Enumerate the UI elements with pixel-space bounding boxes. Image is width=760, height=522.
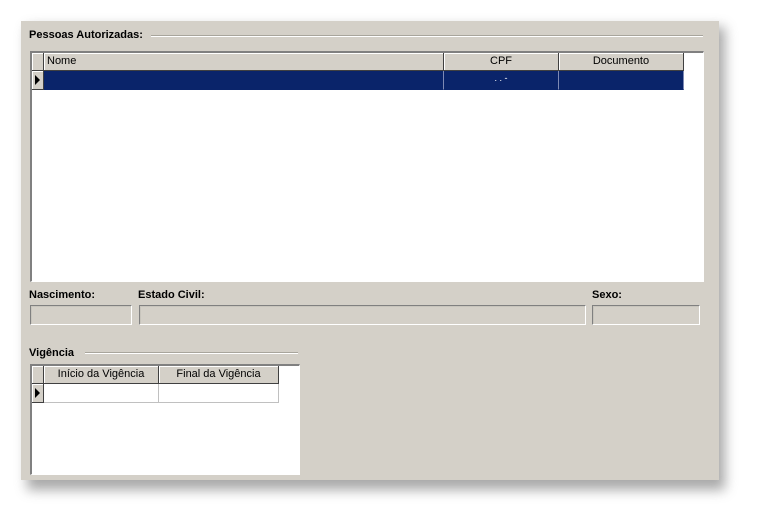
grid-corner-header	[32, 53, 44, 71]
column-header-documento[interactable]: Documento	[559, 53, 684, 71]
column-header-nome[interactable]: Nome	[44, 53, 444, 71]
nascimento-field[interactable]	[30, 305, 132, 325]
authorized-persons-panel: Pessoas Autorizadas: Nome CPF Documento …	[21, 21, 719, 480]
estado-civil-label: Estado Civil:	[138, 289, 205, 301]
sexo-field[interactable]	[592, 305, 700, 325]
vigencia-grid-corner-header	[32, 366, 44, 384]
vigencia-grid[interactable]: Início da Vigência Final da Vigência	[30, 364, 300, 475]
sexo-label: Sexo:	[592, 289, 622, 301]
vigencia-title: Vigência	[29, 347, 75, 359]
estado-civil-field[interactable]	[139, 305, 586, 325]
authorized-persons-title: Pessoas Autorizadas:	[29, 29, 143, 41]
row-indicator[interactable]	[32, 71, 44, 90]
cell-nome[interactable]	[44, 71, 444, 90]
cell-inicio-vigencia[interactable]	[44, 384, 159, 403]
authorized-persons-grid[interactable]: Nome CPF Documento . . -	[30, 51, 704, 282]
column-header-inicio-vigencia[interactable]: Início da Vigência	[44, 366, 159, 384]
cell-final-vigencia[interactable]	[159, 384, 279, 403]
nascimento-label: Nascimento:	[29, 289, 96, 301]
cell-cpf[interactable]: . . -	[444, 71, 559, 90]
column-header-final-vigencia[interactable]: Final da Vigência	[159, 366, 279, 384]
current-row-arrow-icon	[35, 75, 40, 85]
current-row-arrow-icon	[35, 388, 40, 398]
cell-documento[interactable]	[559, 71, 684, 90]
vigencia-row-indicator[interactable]	[32, 384, 44, 403]
column-header-cpf[interactable]: CPF	[444, 53, 559, 71]
vigencia-divider	[85, 352, 298, 354]
authorized-persons-divider	[151, 35, 703, 37]
